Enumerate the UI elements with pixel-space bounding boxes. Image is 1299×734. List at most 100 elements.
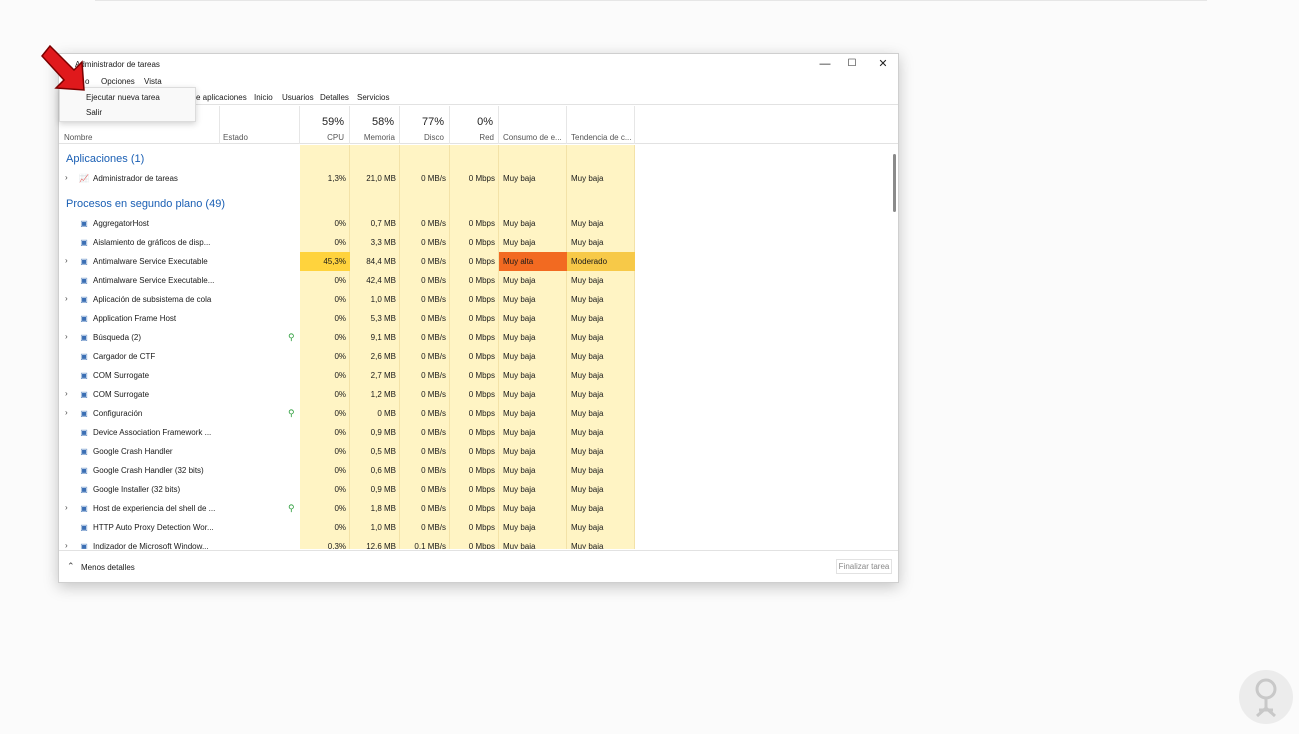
process-name: Búsqueda (2) <box>93 333 142 342</box>
close-button[interactable]: ✕ <box>868 55 898 73</box>
chevron-right-icon[interactable]: › <box>65 503 68 512</box>
menu-view[interactable]: Vista <box>144 77 162 86</box>
disk-value: 0 MB/s <box>421 504 446 513</box>
chevron-right-icon[interactable]: › <box>65 173 68 182</box>
cpu-value: 0% <box>334 447 346 456</box>
network-value: 0 Mbps <box>468 352 495 361</box>
minimize-button[interactable]: — <box>810 55 840 73</box>
network-value: 0 Mbps <box>468 314 495 323</box>
power-trend-value: Muy baja <box>571 314 604 323</box>
cpu-value: 0% <box>334 314 346 323</box>
col-disk[interactable]: 77% Disco <box>400 106 450 144</box>
group-apps-header[interactable]: Aplicaciones (1) <box>66 153 144 165</box>
table-row[interactable]: ▣ Google Crash Handler 0% 0,5 MB 0 MB/s 0 Mbp… <box>59 442 634 461</box>
power-trend-value: Muy baja <box>571 276 604 285</box>
network-value: 0 Mbps <box>468 219 495 228</box>
table-row[interactable]: ▣ Google Installer (32 bits) 0% 0,9 MB 0 MB/… <box>59 480 634 499</box>
scrollbar-thumb[interactable] <box>893 154 896 212</box>
network-value: 0 Mbps <box>468 390 495 399</box>
process-icon: ▣ <box>80 219 88 228</box>
table-row[interactable]: › ▣ Aplicación de subsistema de cola 0% 1,0 … <box>59 290 634 309</box>
menu-options[interactable]: Opciones <box>101 77 135 86</box>
network-value: 0 Mbps <box>468 174 495 183</box>
scrollbar[interactable] <box>891 145 900 549</box>
power-value: Muy baja <box>503 333 536 342</box>
menu-item-exit[interactable]: Salir <box>86 108 102 117</box>
col-memory[interactable]: 58% Memoria <box>350 106 400 144</box>
col-network[interactable]: 0% Red <box>450 106 499 144</box>
group-background-header[interactable]: Procesos en segundo plano (49) <box>66 198 225 210</box>
table-row[interactable]: ▣ COM Surrogate 0% 2,7 MB 0 MB/s 0 Mbps Muy ba… <box>59 366 634 385</box>
process-icon: ▣ <box>80 523 88 532</box>
disk-value: 0 MB/s <box>421 219 446 228</box>
col-cpu[interactable]: 59% CPU <box>300 106 350 144</box>
table-row[interactable]: ▣ HTTP Auto Proxy Detection Wor... 0% 1,0 M… <box>59 518 634 537</box>
disk-value: 0 MB/s <box>421 371 446 380</box>
network-value: 0 Mbps <box>468 295 495 304</box>
tab-users[interactable]: Usuarios <box>282 93 314 102</box>
network-value: 0 Mbps <box>468 466 495 475</box>
power-trend-value: Muy baja <box>571 295 604 304</box>
table-row[interactable]: › ▣ Búsqueda (2) ⚲ 0% 9,1 MB 0 MB/s 0 Mbps Muy b… <box>59 328 634 347</box>
power-trend-value: Muy baja <box>571 371 604 380</box>
memory-value: 2,6 MB <box>370 352 396 361</box>
memory-value: 0,6 MB <box>370 466 396 475</box>
disk-value: 0 MB/s <box>421 174 446 183</box>
footer-bar: ⌃ Menos detalles Finalizar tarea <box>59 550 898 583</box>
less-details-link[interactable]: Menos detalles <box>81 563 135 572</box>
process-name: Configuración <box>93 409 143 418</box>
table-row[interactable]: ▣ Google Crash Handler (32 bits) 0% 0,6 MB 0… <box>59 461 634 480</box>
tab-app-history[interactable]: e aplicaciones <box>196 93 247 102</box>
network-value: 0 Mbps <box>468 257 495 266</box>
table-row[interactable]: ▣ Device Association Framework ... 0% 0,9 M… <box>59 423 634 442</box>
chevron-right-icon[interactable]: › <box>65 294 68 303</box>
network-value: 0 Mbps <box>468 542 495 549</box>
table-row[interactable]: › ▣ COM Surrogate 0% 1,2 MB 0 MB/s 0 Mbps Muy b… <box>59 385 634 404</box>
process-icon: ▣ <box>80 447 88 456</box>
table-row[interactable]: › ▣ Configuración ⚲ 0% 0 MB 0 MB/s 0 Mbps Muy ba… <box>59 404 634 423</box>
tab-startup[interactable]: Inicio <box>254 93 273 102</box>
maximize-button[interactable]: ☐ <box>837 55 867 73</box>
chevron-right-icon[interactable]: › <box>65 408 68 417</box>
table-row[interactable]: › 📈 Administrador de tareas 1,3% 21,0 MB 0 MB… <box>59 169 634 188</box>
disk-value: 0,1 MB/s <box>414 542 446 549</box>
table-row[interactable]: › ▣ Host de experiencia del shell de ... ⚲ 0… <box>59 499 634 518</box>
end-task-button[interactable]: Finalizar tarea <box>836 559 892 574</box>
chevron-up-icon[interactable]: ⌃ <box>67 561 75 572</box>
process-icon: ▣ <box>80 333 88 342</box>
table-row[interactable]: ▣ Aislamiento de gráficos de disp... 0% 3,3… <box>59 233 634 252</box>
menu-item-run-new-task[interactable]: Ejecutar nueva tarea <box>86 93 160 102</box>
power-value: Muy baja <box>503 174 536 183</box>
chevron-right-icon[interactable]: › <box>65 389 68 398</box>
power-trend-value: Muy baja <box>571 542 604 549</box>
process-icon: ▣ <box>80 409 88 418</box>
table-row[interactable]: ▣ Application Frame Host 0% 5,3 MB 0 MB/s 0 M… <box>59 309 634 328</box>
cpu-value: 0% <box>334 295 346 304</box>
process-icon: ▣ <box>80 371 88 380</box>
col-network-label: Red <box>479 133 494 142</box>
chevron-right-icon[interactable]: › <box>65 332 68 341</box>
table-row[interactable]: › ▣ Antimalware Service Executable 45,3% 84,… <box>59 252 635 271</box>
cpu-value: 0,3% <box>327 542 346 549</box>
tab-details[interactable]: Detalles <box>320 93 349 102</box>
disk-value: 0 MB/s <box>421 447 446 456</box>
table-row[interactable]: ▣ AggregatorHost 0% 0,7 MB 0 MB/s 0 Mbps Muy b… <box>59 214 634 233</box>
tab-services[interactable]: Servicios <box>357 93 389 102</box>
table-row[interactable]: ▣ Antimalware Service Executable... 0% 42,4… <box>59 271 634 290</box>
col-disk-label: Disco <box>423 133 444 142</box>
col-status[interactable]: Estado <box>220 106 300 144</box>
memory-value: 0 MB <box>377 409 396 418</box>
disk-percent: 77% <box>421 116 444 128</box>
process-icon: ▣ <box>80 485 88 494</box>
table-row[interactable]: › ▣ Indizador de Microsoft Window... 0,3% 12… <box>59 537 634 549</box>
col-power-trend[interactable]: Tendencia de c... <box>567 106 635 144</box>
power-value: Muy baja <box>503 447 536 456</box>
process-name: AggregatorHost <box>93 219 150 228</box>
cpu-value: 0% <box>334 238 346 247</box>
chevron-right-icon[interactable]: › <box>65 541 68 549</box>
process-name: Google Crash Handler <box>93 447 173 456</box>
process-name: Cargador de CTF <box>93 352 156 361</box>
table-row[interactable]: ▣ Cargador de CTF 0% 2,6 MB 0 MB/s 0 Mbps Muy … <box>59 347 634 366</box>
chevron-right-icon[interactable]: › <box>65 256 68 265</box>
col-power[interactable]: Consumo de e... <box>499 106 567 144</box>
